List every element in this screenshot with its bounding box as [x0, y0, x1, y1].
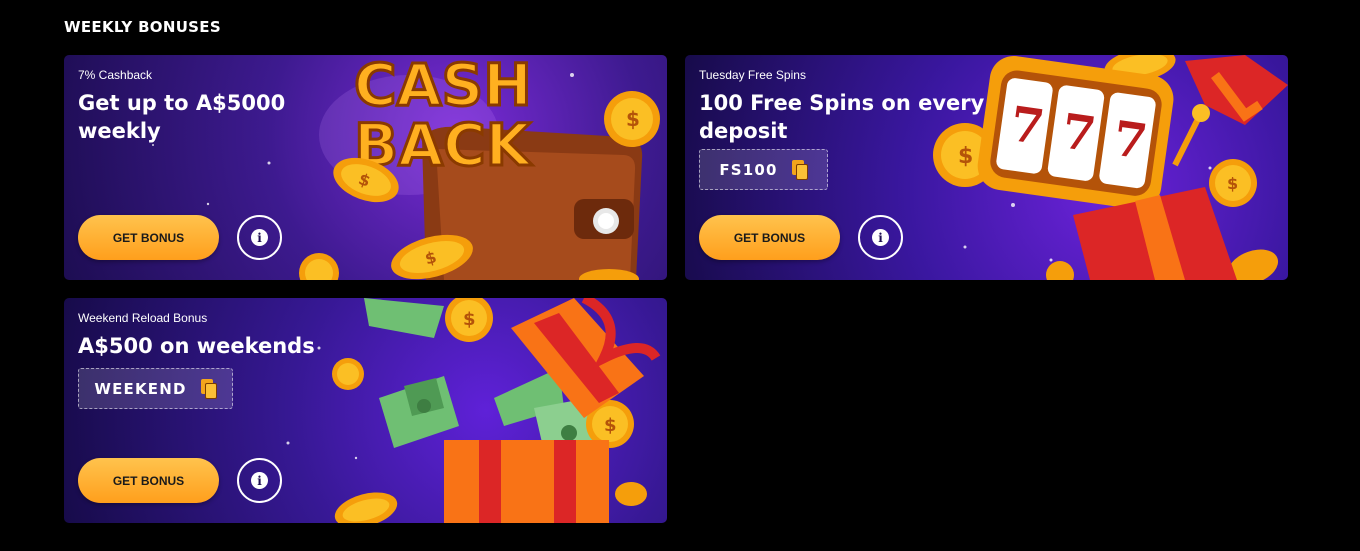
info-button[interactable]: i — [237, 215, 282, 260]
copy-icon[interactable] — [200, 378, 217, 399]
card-headline: Get up to A$5000 weekly — [78, 91, 286, 143]
bonus-card-free-spins: $ $ 7 7 7 Tuesday Free Spins 100 Free Sp… — [685, 55, 1288, 280]
svg-text:$: $ — [604, 415, 617, 436]
info-button[interactable]: i — [858, 215, 903, 260]
svg-text:$: $ — [463, 309, 476, 330]
slot-machine-icon: 7 7 7 — [977, 55, 1210, 210]
svg-text:$: $ — [958, 144, 973, 169]
info-icon: i — [251, 229, 268, 246]
svg-text:CASH: CASH — [354, 55, 532, 119]
card-headline: 100 Free Spins on every deposit — [699, 91, 985, 143]
copy-icon[interactable] — [791, 159, 808, 180]
cashback-lettering: CASH BACK — [353, 55, 535, 181]
get-bonus-button[interactable]: GET BONUS — [78, 215, 219, 260]
card-eyebrow: Weekend Reload Bonus — [78, 311, 208, 325]
card-eyebrow: 7% Cashback — [78, 68, 153, 82]
info-icon: i — [872, 229, 889, 246]
promo-code-box[interactable]: FS100 — [699, 149, 828, 190]
card-headline: A$500 on weekends — [78, 334, 315, 358]
svg-text:$: $ — [626, 107, 640, 131]
get-bonus-button[interactable]: GET BONUS — [78, 458, 219, 503]
promo-code-box[interactable]: WEEKEND — [78, 368, 233, 409]
svg-text:$: $ — [1227, 174, 1238, 193]
section-title: WEEKLY BONUSES — [64, 18, 221, 36]
bonus-card-weekend-reload: $ $ Weekend Reload Bonus A$500 on weeken… — [64, 298, 667, 523]
promo-code-text: WEEKEND — [94, 379, 187, 398]
bonus-card-cashback: CASH BACK $ $ $ 7% Cashback Get up to A$… — [64, 55, 667, 280]
get-bonus-button[interactable]: GET BONUS — [699, 215, 840, 260]
card-eyebrow: Tuesday Free Spins — [699, 68, 806, 82]
info-icon: i — [251, 472, 268, 489]
info-button[interactable]: i — [237, 458, 282, 503]
promo-code-text: FS100 — [719, 160, 778, 179]
